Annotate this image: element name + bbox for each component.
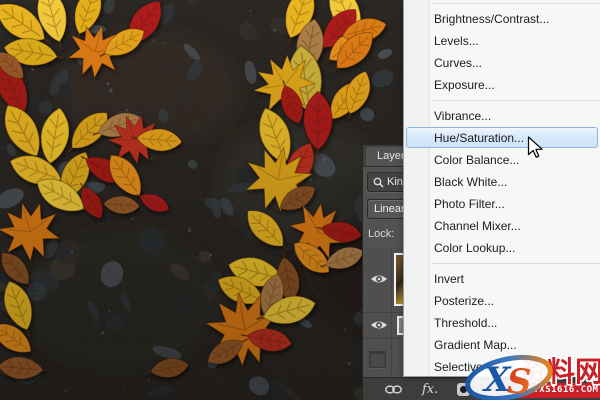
menu-item-label: Gradient Map... bbox=[434, 338, 517, 352]
menu-item-color-lookup[interactable]: Color Lookup... bbox=[404, 237, 600, 259]
fx-icon[interactable]: fx bbox=[422, 382, 438, 397]
menu-item-label: Posterize... bbox=[434, 294, 494, 308]
lock-label: Lock: bbox=[368, 228, 394, 240]
menu-item-label: Selective Color... bbox=[434, 360, 524, 374]
menu-item-hue-saturation[interactable]: Hue/Saturation... bbox=[404, 127, 600, 149]
menu-separator bbox=[404, 259, 600, 268]
menu-item-label: Color Balance... bbox=[434, 153, 519, 167]
menu-item-black-white[interactable]: Black White... bbox=[404, 171, 600, 193]
menu-item-label: Curves... bbox=[434, 56, 482, 70]
blend-mode-value: Linear bbox=[374, 203, 405, 215]
visibility-empty-well[interactable] bbox=[369, 351, 386, 368]
menu-item-curves[interactable]: Curves... bbox=[404, 52, 600, 74]
menu-item-levels[interactable]: Levels... bbox=[404, 30, 600, 52]
menu-item-label: Black White... bbox=[434, 175, 507, 189]
menu-separator bbox=[432, 3, 600, 4]
menu-item-channel-mixer[interactable]: Channel Mixer... bbox=[404, 215, 600, 237]
menu-item-selective-color[interactable]: Selective Color... bbox=[404, 356, 600, 378]
menu-item-color-balance[interactable]: Color Balance... bbox=[404, 149, 600, 171]
menu-item-label: Channel Mixer... bbox=[434, 219, 521, 233]
menu-item-gradient-map[interactable]: Gradient Map... bbox=[404, 334, 600, 356]
menu-item-label: Threshold... bbox=[434, 316, 497, 330]
menu-item-label: Photo Filter... bbox=[434, 197, 505, 211]
visibility-eye-icon[interactable] bbox=[370, 273, 388, 285]
search-icon bbox=[373, 177, 384, 188]
menu-separator bbox=[404, 96, 600, 105]
adjustment-icon[interactable] bbox=[457, 383, 470, 396]
menu-item-label: Levels... bbox=[434, 34, 479, 48]
menu-item-photo-filter[interactable]: Photo Filter... bbox=[404, 193, 600, 215]
menu-item-label: Exposure... bbox=[434, 78, 495, 92]
panel-bottom-bar: fx bbox=[363, 377, 600, 400]
menu-item-posterize[interactable]: Posterize... bbox=[404, 290, 600, 312]
visibility-eye-icon[interactable] bbox=[370, 319, 388, 331]
link-icon[interactable] bbox=[385, 384, 402, 395]
adjustments-menu-items: Brightness/Contrast... Levels... Curves...… bbox=[404, 8, 600, 378]
mouse-cursor-icon bbox=[527, 136, 544, 160]
menu-item-label: Invert bbox=[434, 272, 464, 286]
adjustments-menu: Brightness/Contrast... Levels... Curves...… bbox=[403, 0, 600, 377]
menu-item-vibrance[interactable]: Vibrance... bbox=[404, 105, 600, 127]
menu-item-threshold[interactable]: Threshold... bbox=[404, 312, 600, 334]
menu-item-invert[interactable]: Invert bbox=[404, 268, 600, 290]
menu-item-exposure[interactable]: Exposure... bbox=[404, 74, 600, 96]
menu-item-label: Brightness/Contrast... bbox=[434, 12, 549, 26]
menu-item-brightness-contrast[interactable]: Brightness/Contrast... bbox=[404, 8, 600, 30]
photoshop-screenshot: Layers Kind Linear Lock: bbox=[0, 0, 600, 400]
menu-item-label: Color Lookup... bbox=[434, 241, 515, 255]
menu-item-label: Vibrance... bbox=[434, 109, 491, 123]
menu-item-label: Hue/Saturation... bbox=[434, 131, 524, 145]
